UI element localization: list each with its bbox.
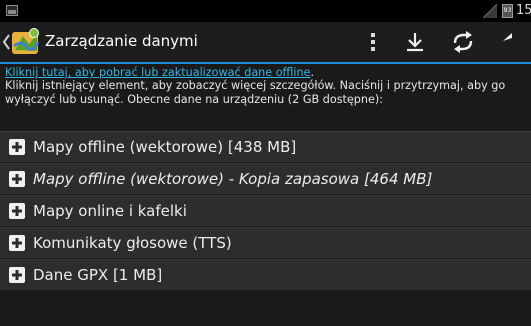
action-bar: Zarządzanie danymi [0, 22, 531, 62]
download-button[interactable] [399, 26, 431, 58]
status-bar: 93 15:15 [0, 0, 531, 22]
group-row[interactable]: Mapy online i kafelki [0, 195, 531, 226]
more-vert-icon [371, 33, 375, 51]
more-vert-button[interactable] [357, 26, 389, 58]
group-label: Mapy offline (wektorowe) - Kopia zapasow… [33, 170, 433, 188]
group-row[interactable]: Mapy offline (wektorowe) [438 MB] [0, 131, 531, 162]
download-icon [407, 33, 423, 52]
plus-icon [9, 235, 25, 251]
plus-icon [9, 171, 25, 187]
plus-icon [9, 267, 25, 283]
group-label: Dane GPX [1 MB] [33, 266, 163, 284]
screenshot-notification-icon [6, 5, 18, 16]
page-title: Zarządzanie danymi [45, 32, 198, 50]
refresh-button[interactable] [447, 26, 479, 58]
group-row[interactable]: Komunikaty głosowe (TTS) [0, 227, 531, 258]
signal-icon [483, 4, 497, 18]
clock: 15:15 [516, 3, 531, 18]
refresh-icon [453, 31, 473, 53]
group-label: Komunikaty głosowe (TTS) [33, 234, 232, 252]
up-chevron-icon[interactable] [1, 33, 11, 51]
download-update-link[interactable]: Kliknij tutaj, aby pobrać lub zaktualizo… [5, 66, 310, 79]
group-label: Mapy online i kafelki [33, 202, 187, 220]
accent-divider [0, 62, 531, 64]
plus-icon [9, 203, 25, 219]
back-icon [503, 33, 512, 41]
plus-icon [9, 139, 25, 155]
battery-icon: 93 [502, 4, 513, 18]
group-row[interactable]: Dane GPX [1 MB] [0, 259, 531, 290]
group-row[interactable]: Mapy offline (wektorowe) - Kopia zapasow… [0, 163, 531, 194]
back-button[interactable] [497, 26, 529, 58]
info-link-suffix: . [310, 66, 315, 79]
group-label: Mapy offline (wektorowe) [438 MB] [33, 138, 297, 156]
info-description: Kliknij istniejący element, aby zobaczyć… [5, 79, 506, 106]
info-text: Kliknij tutaj, aby pobrać lub zaktualizo… [5, 66, 525, 106]
app-map-icon[interactable] [11, 28, 41, 56]
